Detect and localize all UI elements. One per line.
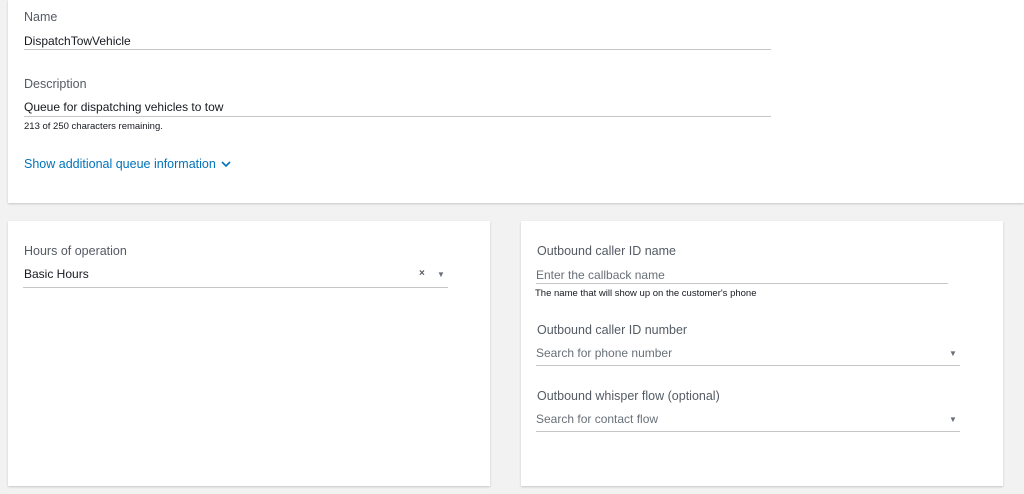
show-additional-queue-info-link[interactable]: Show additional queue information <box>24 157 231 171</box>
description-input[interactable] <box>24 99 764 115</box>
outbound-caller-id-name-input[interactable] <box>536 267 946 283</box>
hours-of-operation-underline <box>23 287 448 288</box>
outbound-caller-id-name-underline <box>536 283 948 284</box>
clear-icon[interactable]: × <box>419 268 425 279</box>
outbound-whisper-flow-select[interactable]: Search for contact flow ▼ <box>536 408 960 432</box>
name-input[interactable] <box>24 33 764 49</box>
outbound-caller-id-number-underline <box>536 365 960 366</box>
hours-of-operation-panel: Hours of operation Basic Hours × ▼ <box>8 221 490 486</box>
description-label: Description <box>24 77 87 91</box>
description-underline <box>24 116 771 117</box>
caret-down-icon[interactable]: ▼ <box>949 415 957 424</box>
outbound-caller-id-number-label: Outbound caller ID number <box>537 323 688 337</box>
outbound-caller-id-number-placeholder: Search for phone number <box>536 346 673 360</box>
outbound-caller-id-number-select[interactable]: Search for phone number ▼ <box>536 342 960 366</box>
hours-of-operation-label: Hours of operation <box>24 244 127 258</box>
show-additional-queue-info-label: Show additional queue information <box>24 157 216 171</box>
chevron-down-icon <box>221 160 231 167</box>
outbound-whisper-flow-underline <box>536 431 960 432</box>
description-char-count: 213 of 250 characters remaining. <box>24 121 163 132</box>
name-label: Name <box>24 10 58 24</box>
queue-details-panel: Name Description 213 of 250 characters r… <box>8 0 1024 203</box>
outbound-caller-id-name-label: Outbound caller ID name <box>537 244 676 258</box>
outbound-whisper-flow-placeholder: Search for contact flow <box>536 412 659 426</box>
caret-down-icon[interactable]: ▼ <box>437 270 445 279</box>
outbound-caller-id-name-hint: The name that will show up on the custom… <box>535 288 757 299</box>
hours-of-operation-select[interactable]: Basic Hours × ▼ <box>23 264 448 288</box>
hours-of-operation-selected-value: Basic Hours <box>24 267 89 281</box>
outbound-whisper-flow-label: Outbound whisper flow (optional) <box>537 389 720 403</box>
name-underline <box>24 49 771 50</box>
outbound-caller-panel: Outbound caller ID name The name that wi… <box>521 221 1003 486</box>
caret-down-icon[interactable]: ▼ <box>949 349 957 358</box>
